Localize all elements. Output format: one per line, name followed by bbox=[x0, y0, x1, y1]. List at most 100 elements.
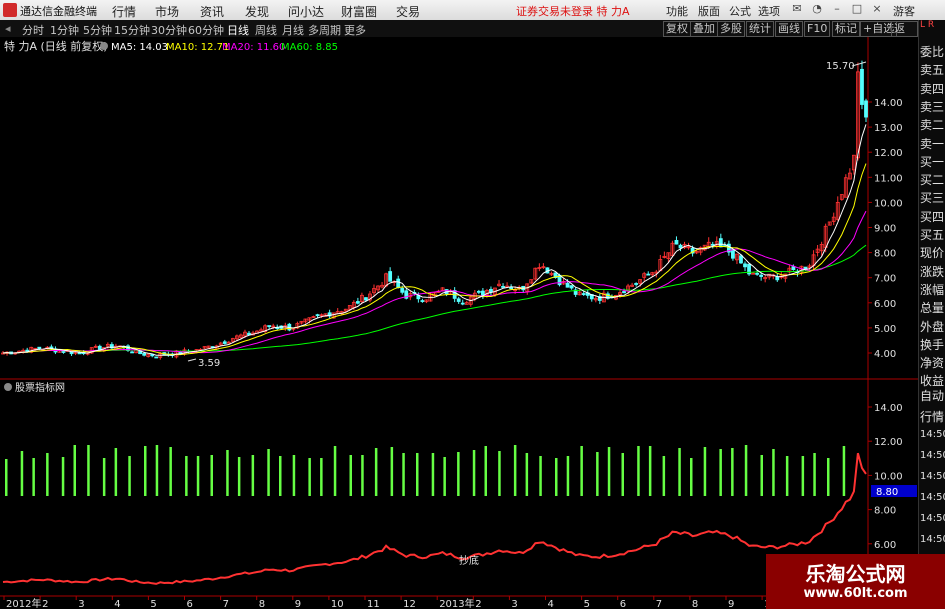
indicator-bar bbox=[226, 450, 229, 496]
period-tab[interactable]: 月线 bbox=[282, 22, 304, 38]
axis-label: 12.00 bbox=[874, 148, 903, 159]
side-item[interactable]: 买二 bbox=[920, 171, 945, 188]
x-label: 2 bbox=[475, 599, 481, 609]
period-toolbar: ◂ 分时 1分钟 5分钟 15分钟 30分钟 60分钟 日线 周线 月线 多周期… bbox=[0, 20, 918, 49]
period-tab[interactable]: 15分钟 bbox=[114, 22, 150, 38]
period-tab[interactable]: 60分钟 bbox=[188, 22, 224, 38]
indicator-bar bbox=[320, 458, 323, 496]
x-label: 9 bbox=[728, 599, 734, 609]
x-label: 2013年 bbox=[439, 597, 474, 609]
indicator-bar bbox=[596, 452, 599, 496]
indicator-bar bbox=[607, 447, 611, 496]
indicator-bar bbox=[5, 459, 8, 496]
candle-body bbox=[222, 341, 227, 344]
indicator-bar bbox=[87, 445, 90, 496]
side-item[interactable]: 涨幅 bbox=[920, 281, 945, 298]
legend-settings-icon[interactable] bbox=[100, 42, 108, 50]
side-item[interactable]: 卖一 bbox=[920, 135, 945, 152]
menu-item[interactable]: 行情 bbox=[112, 3, 136, 20]
menu-function[interactable]: 功能 bbox=[666, 3, 688, 19]
menu-item[interactable]: 发现 bbox=[245, 3, 269, 20]
indicator-bar bbox=[46, 453, 49, 496]
quote-side-panel: L R 委比 卖五卖四 卖三 卖二卖一 买一 买二 买三买四 买五 现价涨跌 涨幅 总量外盘 换手 净资… bbox=[918, 20, 945, 609]
menu-item[interactable]: 市场 bbox=[155, 3, 179, 20]
period-tab[interactable]: 30分钟 bbox=[151, 22, 187, 38]
login-warning[interactable]: 证券交易未登录 特 力A bbox=[516, 3, 630, 19]
side-item[interactable]: 涨跌 bbox=[920, 263, 945, 280]
indicator-bar bbox=[102, 458, 106, 496]
back-button[interactable]: 返回 bbox=[891, 21, 918, 49]
candle-body bbox=[755, 272, 760, 275]
indicator-bar bbox=[431, 453, 435, 496]
indicator-bar bbox=[443, 457, 446, 496]
side-item[interactable]: 现价 bbox=[920, 244, 945, 261]
adjust-button[interactable]: 复权 bbox=[663, 21, 691, 37]
overlay-button[interactable]: 叠加 bbox=[690, 21, 718, 37]
period-arrow-icon[interactable]: ◂ bbox=[5, 22, 11, 35]
period-tab-more[interactable]: 更多 bbox=[344, 22, 366, 38]
period-tab[interactable]: 1分钟 bbox=[50, 22, 79, 38]
period-tab[interactable]: 5分钟 bbox=[83, 22, 112, 38]
side-item[interactable]: 买五 bbox=[920, 226, 945, 243]
side-item[interactable]: 买三 bbox=[920, 189, 945, 206]
side-item[interactable]: 卖二 bbox=[920, 116, 945, 133]
period-tab[interactable]: 分时 bbox=[22, 22, 44, 38]
period-tab[interactable]: 多周期 bbox=[308, 22, 341, 38]
statistics-button[interactable]: 统计 bbox=[746, 21, 774, 37]
maximize-icon[interactable]: □ bbox=[850, 2, 864, 16]
multi-stock-button[interactable]: 多股 bbox=[717, 21, 745, 37]
f10-button[interactable]: F10 bbox=[804, 21, 831, 37]
ma60-legend: MA60: 8.85 bbox=[281, 42, 338, 53]
side-item[interactable]: 买四 bbox=[920, 208, 945, 225]
side-item[interactable]: 买一 bbox=[920, 153, 945, 170]
side-item[interactable]: 净资 bbox=[920, 354, 945, 371]
help-icon[interactable]: ✉ bbox=[790, 2, 804, 16]
side-item[interactable]: 委比 bbox=[920, 43, 945, 60]
x-label: 12 bbox=[403, 599, 416, 609]
menu-item[interactable]: 财富圈 bbox=[341, 3, 377, 20]
mark-button[interactable]: 标记 bbox=[832, 21, 860, 37]
side-item[interactable]: 换手 bbox=[920, 336, 945, 353]
minimize-icon[interactable]: – bbox=[830, 2, 844, 16]
menu-item[interactable]: 交易 bbox=[396, 3, 420, 20]
menu-options[interactable]: 选项 bbox=[758, 3, 780, 19]
menu-layout[interactable]: 版面 bbox=[698, 3, 720, 19]
indicator-bar bbox=[580, 446, 583, 496]
guest-label[interactable]: 游客 bbox=[893, 3, 915, 19]
kline-chart[interactable]: 特 力A (日线 前复权) MA5: 14.03 MA10: 12.71 MA2… bbox=[0, 37, 918, 609]
period-tab[interactable]: 周线 bbox=[255, 22, 277, 38]
axis-label: 4.00 bbox=[874, 349, 896, 360]
sub-settings-icon[interactable] bbox=[4, 383, 12, 391]
candle-body bbox=[739, 255, 743, 264]
bell-icon[interactable]: ◔ bbox=[810, 2, 824, 16]
draw-line-button[interactable]: 画线 bbox=[775, 21, 803, 37]
indicator-bar bbox=[20, 451, 24, 496]
indicator-bar bbox=[361, 455, 364, 496]
indicator-bar bbox=[416, 453, 419, 496]
candle-body bbox=[460, 302, 465, 305]
menu-item[interactable]: 资讯 bbox=[200, 3, 224, 20]
candle-body bbox=[674, 239, 679, 245]
side-item[interactable]: 卖四 bbox=[920, 80, 945, 97]
candle-body bbox=[581, 293, 586, 295]
close-icon[interactable]: × bbox=[870, 2, 884, 16]
side-item[interactable]: 总量 bbox=[920, 299, 945, 316]
side-item[interactable]: 外盘 bbox=[920, 318, 945, 335]
indicator-bar bbox=[648, 446, 652, 496]
indicator-bar bbox=[525, 453, 529, 496]
period-tab-active[interactable]: 日线 bbox=[227, 22, 249, 38]
candle-body bbox=[476, 290, 481, 293]
side-tab-icon[interactable]: L R bbox=[920, 20, 945, 30]
candle-body bbox=[759, 274, 764, 277]
sub-axis-label: 12.00 bbox=[874, 437, 903, 448]
title-bar: 通达信金融终端 行情 市场 资讯 发现 问小达 财富圈 交易 证券交易未登录 特… bbox=[0, 0, 945, 20]
side-item[interactable]: 卖三 bbox=[920, 98, 945, 115]
x-label: 3 bbox=[511, 599, 517, 609]
side-time-item: 行情 bbox=[920, 410, 945, 424]
side-item[interactable]: 卖五 bbox=[920, 61, 945, 78]
menu-item[interactable]: 问小达 bbox=[288, 3, 324, 20]
indicator-bar bbox=[279, 456, 282, 496]
menu-formula[interactable]: 公式 bbox=[729, 3, 751, 19]
indicator-bar bbox=[566, 456, 570, 496]
x-label: 11 bbox=[367, 599, 380, 609]
